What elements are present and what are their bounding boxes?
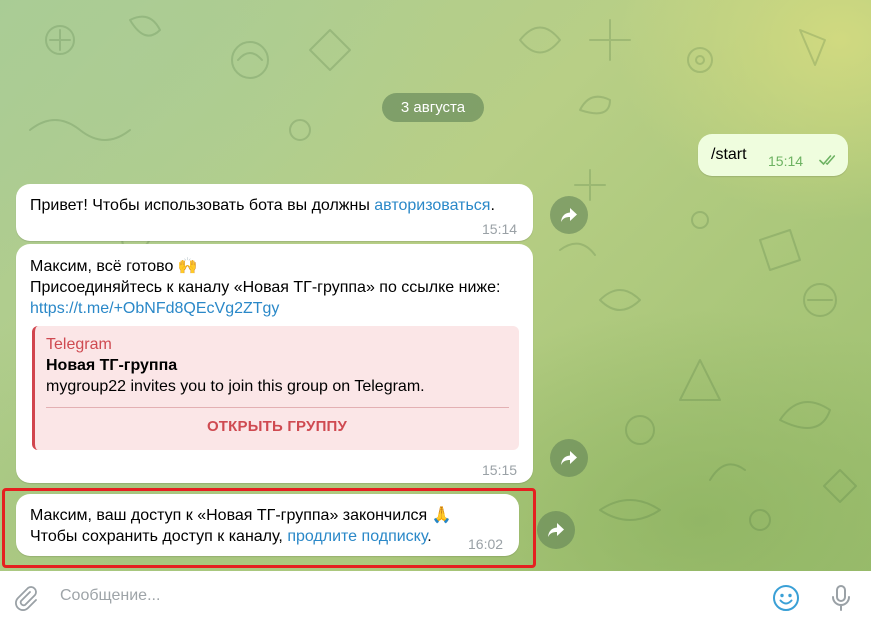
outgoing-message[interactable]: /start 15:14 xyxy=(698,134,848,176)
emoji-icon[interactable] xyxy=(772,584,800,612)
message-time: 15:14 xyxy=(768,153,804,169)
microphone-icon[interactable] xyxy=(827,584,855,612)
highlight-frame xyxy=(2,488,536,568)
share-arrow-icon xyxy=(561,451,577,465)
forward-button[interactable] xyxy=(550,439,588,477)
forward-button[interactable] xyxy=(550,196,588,234)
preview-description: mygroup22 invites you to join this group… xyxy=(46,378,425,395)
message-composer: Сообщение... xyxy=(0,571,871,623)
link-preview[interactable]: Telegram Новая ТГ-группа mygroup22 invit… xyxy=(32,326,519,450)
paperclip-icon[interactable] xyxy=(11,584,39,612)
message-text: /start xyxy=(711,146,747,163)
authorize-link[interactable]: авторизоваться xyxy=(374,197,490,214)
chat-background: 3 августа /start 15:14 Привет! Чтобы исп… xyxy=(0,0,871,571)
message-time: 15:15 xyxy=(482,462,518,478)
message-time: 15:14 xyxy=(482,221,518,237)
date-separator: 3 августа xyxy=(382,93,484,122)
share-arrow-icon xyxy=(561,208,577,222)
read-checkmarks-icon xyxy=(819,151,839,172)
invite-link[interactable]: https://t.me/+ObNFd8QEcVg2ZTgy xyxy=(30,298,279,319)
incoming-message[interactable]: Привет! Чтобы использовать бота вы должн… xyxy=(16,184,533,241)
message-text: Привет! Чтобы использовать бота вы должн… xyxy=(30,197,495,214)
preview-title: Новая ТГ-группа xyxy=(46,357,178,374)
share-arrow-icon xyxy=(548,523,564,537)
message-text: Присоединяйтесь к каналу «Новая ТГ-групп… xyxy=(30,279,501,296)
open-group-button[interactable]: ОТКРЫТЬ ГРУППУ xyxy=(35,416,519,437)
message-greeting: Максим, всё готово 🙌 xyxy=(30,258,198,275)
preview-divider xyxy=(46,407,509,408)
incoming-message[interactable]: Максим, всё готово 🙌 Присоединяйтесь к к… xyxy=(16,244,533,483)
preview-site-name: Telegram xyxy=(46,336,112,353)
forward-button[interactable] xyxy=(537,511,575,549)
message-input[interactable]: Сообщение... xyxy=(60,587,160,605)
